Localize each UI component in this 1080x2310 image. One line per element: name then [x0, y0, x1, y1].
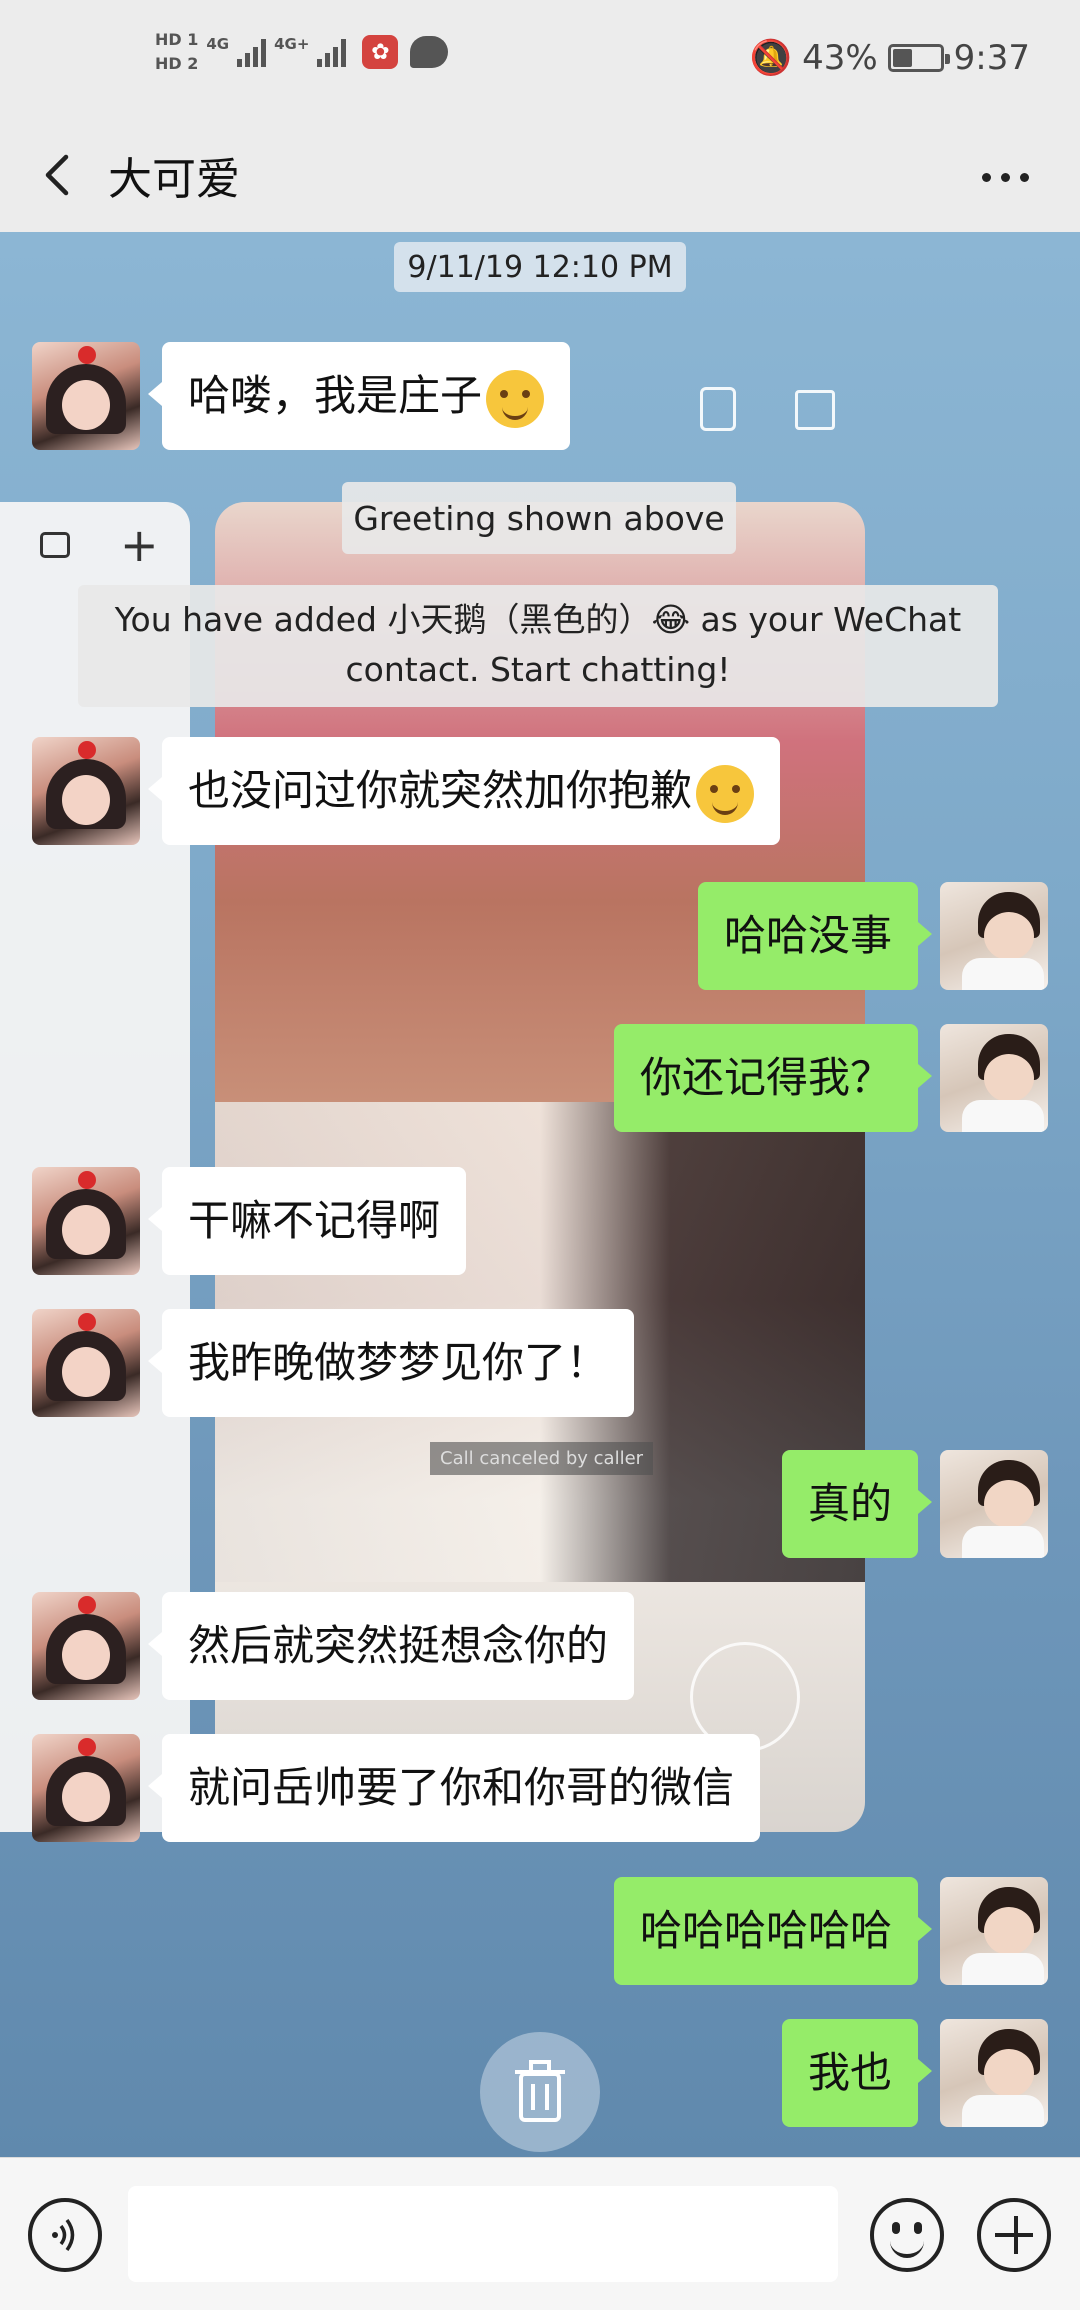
message-timestamp: 9/11/19 12:10 PM [394, 242, 686, 292]
incoming-message-bubble[interactable]: 也没问过你就突然加你抱歉 [147, 737, 781, 845]
battery-percent: 43% [802, 38, 878, 78]
message-row: 你还记得我？ [613, 1024, 1048, 1132]
outgoing-message-bubble[interactable]: 你还记得我？ [613, 1024, 933, 1132]
signal-icon-2 [317, 37, 347, 67]
my-avatar[interactable] [940, 2019, 1048, 2127]
message-row: 然后就突然挺想念你的 [32, 1592, 635, 1700]
status-bar: HD 1 HD 2 4G 4G+ ✿ 🔕 43% 9:37 [0, 0, 1080, 125]
wallpaper-lock-icon [700, 387, 736, 431]
contact-avatar[interactable] [32, 1734, 140, 1842]
status-right: 🔕 43% 9:37 [750, 38, 1030, 78]
hugging-face-icon [486, 369, 545, 428]
contact-added-system-note: You have added 小天鹅（黑色的）😂 as your WeChat … [78, 585, 998, 707]
incoming-message-bubble[interactable]: 就问岳帅要了你和你哥的微信 [147, 1734, 761, 1842]
message-row: 我也 [781, 2019, 1048, 2127]
message-row: 也没问过你就突然加你抱歉 [32, 737, 781, 845]
message-row: 干嘛不记得啊 [32, 1167, 467, 1275]
input-bar [0, 2157, 1080, 2310]
message-row: 就问岳帅要了你和你哥的微信 [32, 1734, 761, 1842]
message-row: 我昨晚做梦梦见你了！ [32, 1309, 635, 1417]
signal-icon [237, 37, 267, 67]
contact-avatar[interactable] [32, 1592, 140, 1700]
contact-avatar[interactable] [32, 1309, 140, 1417]
message-row: 哈喽，我是庄子 [32, 342, 571, 450]
hd2-label: HD 2 [155, 54, 199, 73]
emoji-picker-icon[interactable] [870, 2198, 944, 2272]
outgoing-message-bubble[interactable]: 我也 [781, 2019, 933, 2127]
incoming-message-bubble[interactable]: 哈喽，我是庄子 [147, 342, 571, 450]
incoming-message-bubble[interactable]: 然后就突然挺想念你的 [147, 1592, 635, 1700]
greeting-system-note: Greeting shown above [342, 482, 736, 554]
message-row: 真的 [781, 1450, 1048, 1558]
outgoing-message-bubble[interactable]: 哈哈没事 [697, 882, 933, 990]
incoming-message-bubble[interactable]: 我昨晚做梦梦见你了！ [147, 1309, 635, 1417]
contact-avatar[interactable] [32, 342, 140, 450]
battery-icon [887, 44, 950, 72]
message-row: 哈哈哈哈哈哈 [613, 1877, 1048, 1985]
my-avatar[interactable] [940, 1877, 1048, 1985]
incoming-message-bubble[interactable]: 干嘛不记得啊 [147, 1167, 467, 1275]
hd1-label: HD 1 [155, 30, 199, 49]
notification-app-icon: ✿ [362, 35, 399, 69]
contact-avatar[interactable] [32, 737, 140, 845]
status-left: HD 1 HD 2 4G 4G+ ✿ [155, 28, 449, 76]
wallpaper-plus-icon: + [120, 518, 159, 572]
message-input[interactable] [128, 2186, 838, 2282]
wallpaper-call-canceled: Call canceled by caller [430, 1442, 654, 1475]
chat-title: 大可爱 [108, 154, 240, 205]
message-row: 哈哈没事 [697, 882, 1048, 990]
contact-avatar[interactable] [32, 1167, 140, 1275]
hd-indicator: HD 1 HD 2 [155, 28, 198, 76]
mute-icon: 🔕 [749, 38, 793, 78]
my-avatar[interactable] [940, 882, 1048, 990]
wallpaper-trash-icon [480, 2032, 600, 2152]
message-text: 哈喽，我是庄子 [188, 371, 483, 420]
pleading-face-icon [696, 764, 755, 823]
more-options-icon[interactable] [970, 147, 1040, 207]
wallpaper-menu-icon [795, 390, 835, 430]
network-type-1: 4G [206, 35, 230, 53]
more-actions-plus-icon[interactable] [977, 2198, 1051, 2272]
battery-fill [892, 49, 913, 67]
outgoing-message-bubble[interactable]: 哈哈哈哈哈哈 [613, 1877, 933, 1985]
chat-area[interactable]: + Call canceled by caller 9/11/19 12:10 … [0, 232, 1080, 2157]
outgoing-message-bubble[interactable]: 真的 [781, 1450, 933, 1558]
my-avatar[interactable] [940, 1450, 1048, 1558]
clock: 9:37 [953, 38, 1030, 78]
back-arrow-icon[interactable] [30, 145, 90, 205]
message-text: 也没问过你就突然加你抱歉 [188, 766, 693, 815]
chat-header: 大可爱 [0, 125, 1080, 232]
wallpaper-camera-icon [40, 532, 70, 558]
network-type-2: 4G+ [274, 35, 310, 53]
my-avatar[interactable] [940, 1024, 1048, 1132]
voice-input-icon[interactable] [28, 2198, 102, 2272]
message-notification-icon [410, 36, 449, 68]
